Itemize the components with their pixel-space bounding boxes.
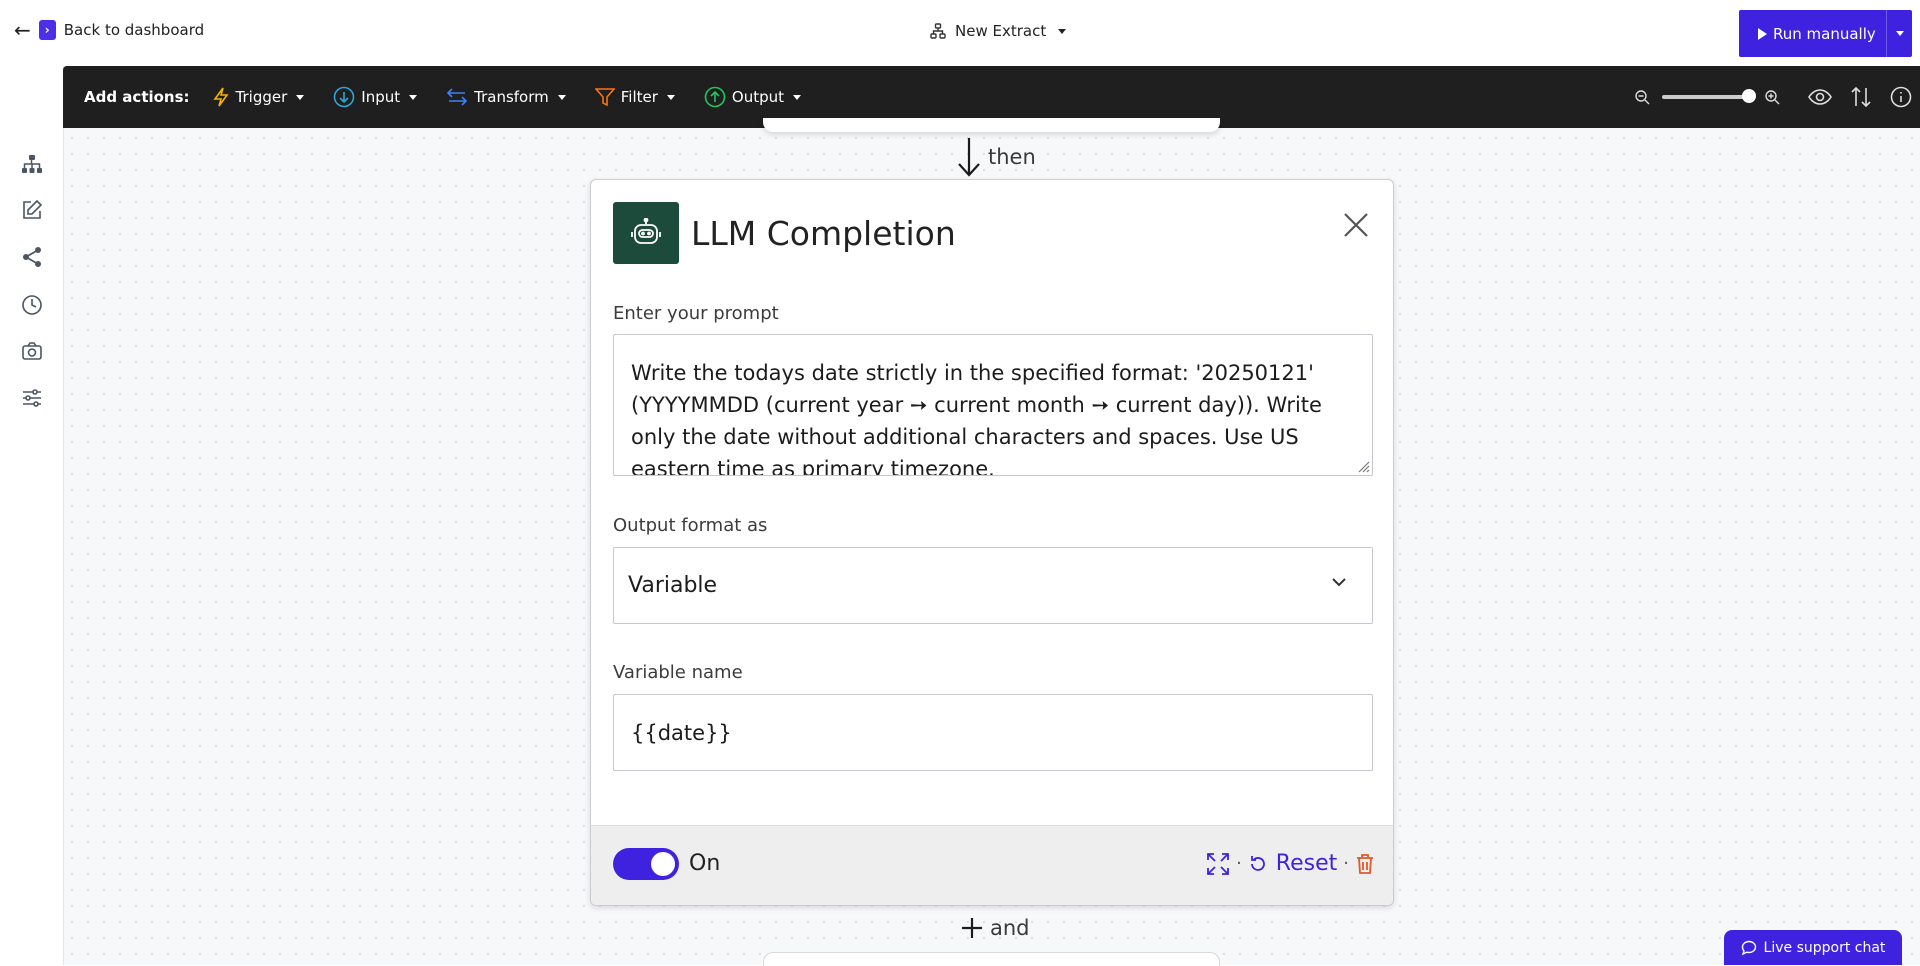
- share-icon[interactable]: [20, 245, 44, 269]
- output-format-select[interactable]: Variable: [613, 547, 1373, 624]
- caret-down-icon: [409, 94, 418, 100]
- zoom-in-icon[interactable]: [1764, 89, 1780, 105]
- zoom-slider-knob[interactable]: [1742, 89, 1756, 103]
- trash-icon[interactable]: [1355, 853, 1375, 875]
- caret-down-icon: [557, 94, 566, 100]
- prompt-label: Enter your prompt: [613, 303, 779, 324]
- back-label: Back to dashboard: [63, 21, 205, 39]
- transform-label: Transform: [474, 88, 549, 106]
- workflow-icon: [930, 23, 946, 39]
- zoom-slider[interactable]: [1662, 89, 1756, 103]
- variable-name-value: {{date}}: [631, 720, 732, 745]
- caret-down-icon: [1058, 28, 1067, 34]
- previous-node-card[interactable]: [763, 118, 1220, 132]
- swap-arrows-icon: [446, 88, 468, 106]
- edit-icon[interactable]: [20, 198, 44, 222]
- output-format-value: Variable: [628, 573, 718, 598]
- connector-and[interactable]: and: [960, 916, 1030, 940]
- input-label: Input: [361, 88, 401, 106]
- reset-label: Reset: [1275, 851, 1338, 876]
- caret-down-icon: [793, 94, 802, 100]
- llm-completion-node: LLM Completion Enter your prompt Write t…: [590, 179, 1394, 906]
- back-to-dashboard-link[interactable]: ← › Back to dashboard: [14, 20, 204, 40]
- info-icon[interactable]: [1890, 86, 1912, 108]
- reset-button[interactable]: Reset: [1248, 851, 1337, 876]
- output-format-label: Output format as: [613, 515, 768, 536]
- left-sidebar: [0, 66, 63, 965]
- input-menu[interactable]: Input: [333, 86, 418, 108]
- variable-name-input[interactable]: {{date}}: [613, 694, 1373, 771]
- live-support-chat-button[interactable]: Live support chat: [1724, 930, 1902, 965]
- variable-name-label: Variable name: [613, 662, 743, 683]
- live-support-label: Live support chat: [1763, 939, 1886, 956]
- connector-and-label: and: [990, 916, 1030, 940]
- zoom-out-icon[interactable]: [1634, 89, 1650, 105]
- chevron-down-icon: [1332, 578, 1346, 587]
- arrow-up-circle-icon: [704, 86, 726, 108]
- plus-icon: [962, 918, 982, 938]
- project-name: New Extract: [955, 22, 1047, 40]
- expand-icon[interactable]: [1206, 852, 1230, 876]
- camera-icon[interactable]: [20, 339, 44, 363]
- node-footer: On · Reset ·: [591, 825, 1393, 905]
- run-options-dropdown[interactable]: [1886, 10, 1912, 57]
- chat-bubble-icon: [1741, 940, 1756, 955]
- separator: ·: [1236, 853, 1242, 874]
- top-header: ← › Back to dashboard New Extract Run ma…: [0, 0, 1920, 66]
- connector-then-label: then: [988, 145, 1036, 169]
- resize-grip-icon[interactable]: [1356, 459, 1370, 473]
- run-manually-button-group: Run manually: [1739, 10, 1912, 57]
- node-header: LLM Completion: [613, 202, 956, 264]
- prompt-textarea[interactable]: Write the todays date strictly in the sp…: [613, 334, 1373, 476]
- history-icon[interactable]: [20, 293, 44, 317]
- run-label: Run manually: [1773, 24, 1876, 43]
- caret-down-icon: [296, 94, 305, 100]
- toggle-label: On: [689, 851, 721, 876]
- trigger-menu[interactable]: Trigger: [212, 87, 305, 107]
- close-icon[interactable]: [1341, 210, 1371, 240]
- separator: ·: [1343, 853, 1349, 874]
- caret-down-icon: [666, 94, 675, 100]
- project-selector[interactable]: New Extract: [930, 22, 1067, 40]
- add-actions-label: Add actions:: [84, 88, 190, 106]
- transform-menu[interactable]: Transform: [446, 86, 566, 108]
- arrow-left-icon: ←: [14, 18, 31, 42]
- arrow-down-icon: [958, 138, 980, 177]
- lightning-icon: [212, 87, 229, 107]
- filter-label: Filter: [620, 88, 658, 106]
- node-title: LLM Completion: [691, 213, 956, 253]
- next-node-card[interactable]: [763, 952, 1220, 966]
- filter-menu[interactable]: Filter: [594, 87, 675, 107]
- refresh-icon: [1250, 855, 1265, 871]
- connector-then: then: [956, 136, 1036, 178]
- robot-icon: [613, 202, 679, 264]
- funnel-icon: [594, 88, 615, 107]
- sort-arrows-icon[interactable]: [1850, 86, 1872, 108]
- output-menu[interactable]: Output: [704, 86, 802, 108]
- view-controls: [1634, 66, 1920, 128]
- sliders-icon[interactable]: [20, 386, 44, 410]
- node-footer-actions: · Reset ·: [1206, 851, 1375, 876]
- arrow-down-circle-icon: [333, 86, 355, 108]
- output-label: Output: [731, 88, 785, 106]
- app-logo-icon: ›: [38, 20, 56, 40]
- hierarchy-icon[interactable]: [20, 152, 44, 176]
- enabled-toggle[interactable]: [613, 848, 679, 880]
- toggle-knob: [651, 852, 675, 876]
- trigger-label: Trigger: [235, 88, 288, 106]
- caret-down-icon: [1895, 31, 1904, 36]
- play-icon: [1758, 27, 1767, 40]
- prompt-text: Write the todays date strictly in the sp…: [631, 361, 1322, 476]
- eye-icon[interactable]: [1808, 87, 1832, 107]
- run-manually-button[interactable]: Run manually: [1739, 25, 1886, 43]
